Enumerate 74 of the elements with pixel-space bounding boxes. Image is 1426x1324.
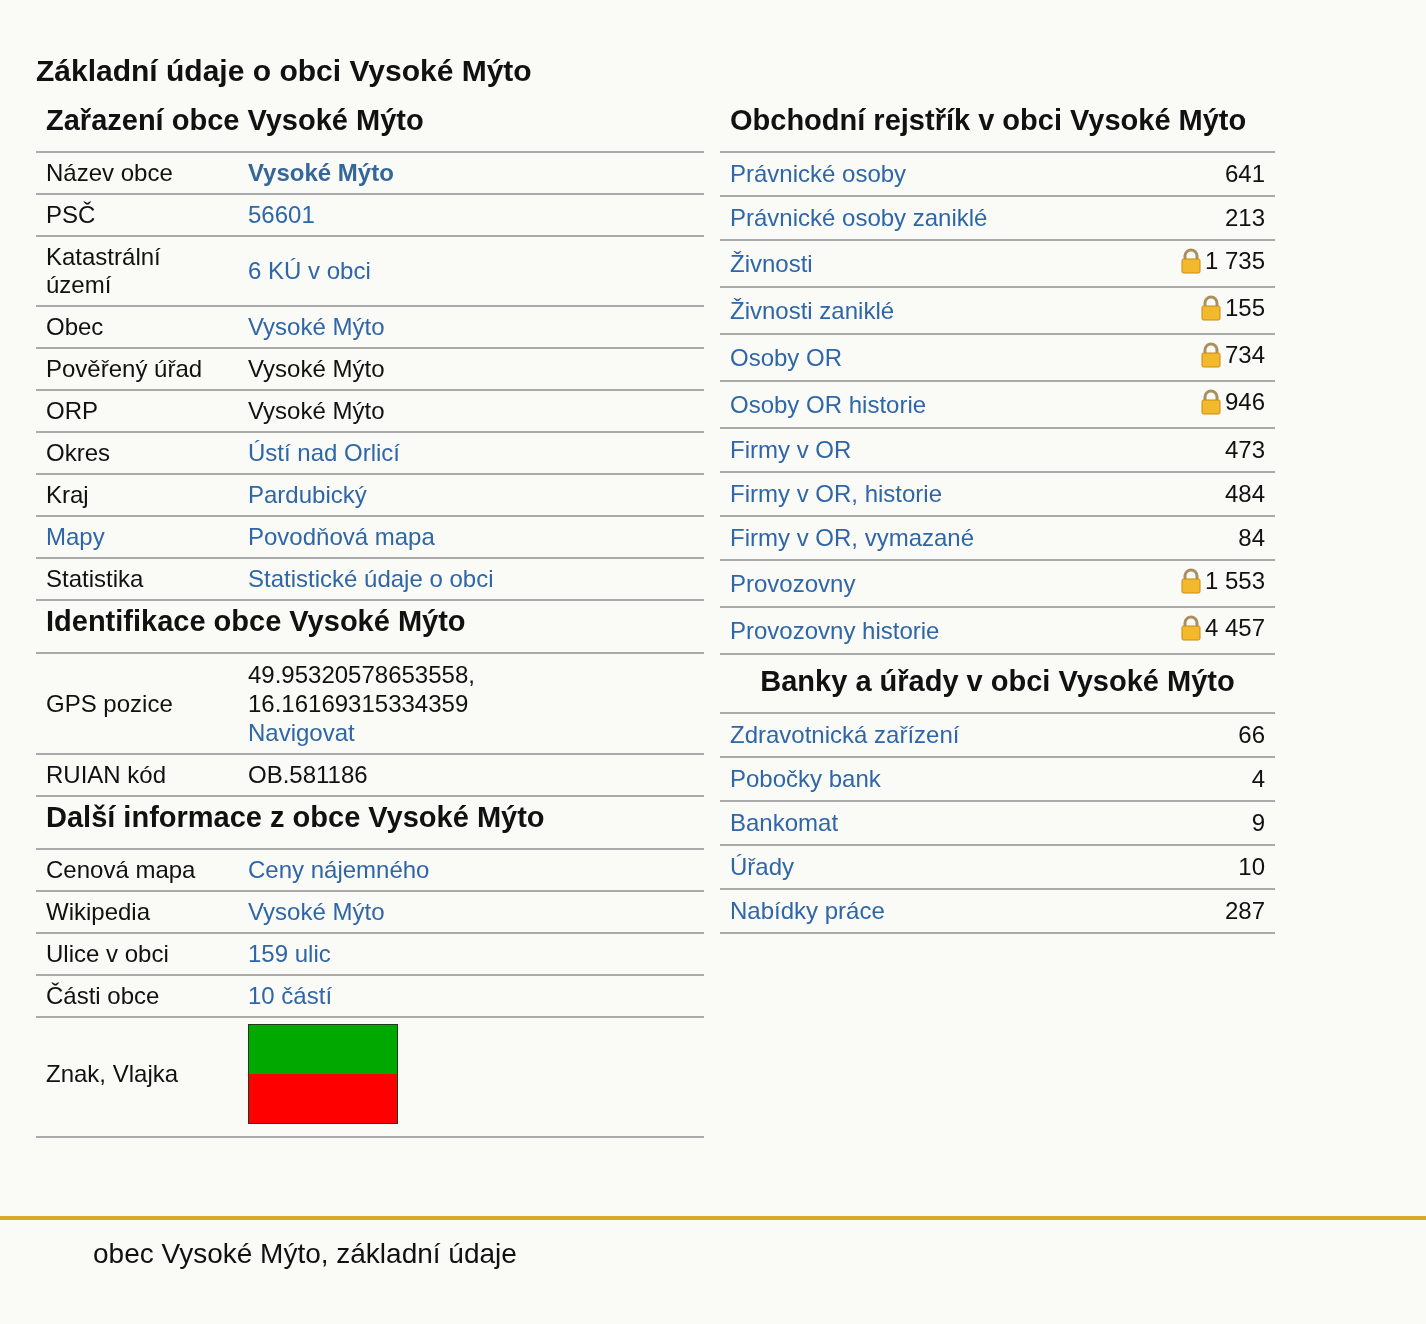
row-label: Obec xyxy=(46,313,104,340)
register-link[interactable]: Pobočky bank xyxy=(730,765,881,792)
count-value: 287 xyxy=(1224,897,1265,925)
register-link[interactable]: Právnické osoby zaniklé xyxy=(730,204,988,231)
count-value: 155 xyxy=(1224,294,1265,322)
count-value: 473 xyxy=(1224,436,1265,464)
value-link[interactable]: 10 částí xyxy=(248,982,333,1009)
value-link[interactable]: Vysoké Mýto xyxy=(248,313,385,340)
row-label: Cenová mapa xyxy=(46,856,196,883)
register-link[interactable]: Osoby OR xyxy=(730,343,843,371)
row-label: Kraj xyxy=(46,481,89,508)
count-value: 484 xyxy=(1224,480,1265,508)
register-link[interactable]: Firmy v OR xyxy=(730,436,852,463)
navigate-link[interactable]: Navigovat xyxy=(248,718,355,747)
value-link[interactable]: Statistické údaje o obci xyxy=(248,565,494,592)
row-label: Statistika xyxy=(46,565,144,592)
count-value: 10 xyxy=(1238,853,1265,881)
value-link[interactable]: Vysoké Mýto xyxy=(248,159,394,186)
label-link[interactable]: Mapy xyxy=(46,523,105,550)
count-value: 84 xyxy=(1238,524,1265,552)
register-link[interactable]: Firmy v OR, vymazané xyxy=(730,524,975,551)
register-link[interactable]: Živnosti xyxy=(730,249,813,277)
row-label: Název obce xyxy=(46,159,173,186)
value-link[interactable]: Ústí nad Orlicí xyxy=(248,439,401,466)
gps-coordinate: 16.16169315334359 xyxy=(248,689,469,718)
row-label: Části obce xyxy=(46,982,160,1009)
row-label: Katastrální území xyxy=(46,243,161,298)
value-link[interactable]: Ceny nájemného xyxy=(248,856,430,883)
section-heading: Banky a úřady v obci Vysoké Mýto xyxy=(759,664,1236,699)
value-link[interactable]: Vysoké Mýto xyxy=(248,898,385,925)
row-label: Okres xyxy=(46,439,110,466)
footer-text: obec Vysoké Mýto, základní údaje xyxy=(93,1238,517,1269)
count-value: 66 xyxy=(1238,721,1265,749)
row-label: Ulice v obci xyxy=(46,940,169,967)
register-link[interactable]: Zdravotnická zařízení xyxy=(730,721,960,748)
register-link[interactable]: Firmy v OR, historie xyxy=(730,480,942,507)
register-link[interactable]: Osoby OR historie xyxy=(730,390,927,418)
count-value: 1 553 xyxy=(1204,567,1265,595)
register-link[interactable]: Nabídky práce xyxy=(730,897,885,924)
row-value: Vysoké Mýto xyxy=(248,397,385,424)
register-link[interactable]: Živnosti zaniklé xyxy=(730,296,895,324)
section-heading: Obchodní rejstřík v obci Vysoké Mýto xyxy=(729,103,1248,138)
count-value: 734 xyxy=(1224,341,1265,369)
row-label: Pověřený úřad xyxy=(46,355,203,382)
row-label: ORP xyxy=(46,397,98,424)
row-label: GPS pozice xyxy=(46,689,173,717)
row-label: Wikipedia xyxy=(46,898,151,925)
register-link[interactable]: Provozovny historie xyxy=(730,616,940,644)
register-link[interactable]: Právnické osoby xyxy=(730,160,907,187)
count-value: 4 xyxy=(1251,765,1265,793)
row-value: Vysoké Mýto xyxy=(248,355,385,382)
count-value: 213 xyxy=(1224,204,1265,232)
row-label: Znak, Vlajka xyxy=(46,1060,179,1087)
section-heading: Identifikace obce Vysoké Mýto xyxy=(45,604,467,639)
row-label: PSČ xyxy=(46,201,96,228)
section-heading: Další informace z obce Vysoké Mýto xyxy=(45,800,546,835)
page-title: Základní údaje o obci Vysoké Mýto xyxy=(36,54,533,88)
count-value: 946 xyxy=(1224,388,1265,416)
value-link[interactable]: Povodňová mapa xyxy=(248,523,435,550)
value-link[interactable]: 159 ulic xyxy=(248,940,331,967)
value-link[interactable]: 6 KÚ v obci xyxy=(248,257,371,284)
row-value: OB.581186 xyxy=(248,761,368,788)
value-link[interactable]: 56601 xyxy=(248,201,315,228)
gps-coordinate: 49.95320578653558, xyxy=(248,660,475,689)
register-link[interactable]: Úřady xyxy=(730,853,795,880)
register-link[interactable]: Bankomat xyxy=(730,809,839,836)
count-value: 1 735 xyxy=(1204,247,1265,275)
count-value: 641 xyxy=(1224,160,1265,188)
section-heading: Zařazení obce Vysoké Mýto xyxy=(45,103,425,138)
register-link[interactable]: Provozovny xyxy=(730,569,856,597)
count-value: 9 xyxy=(1251,809,1265,837)
row-label: RUIAN kód xyxy=(46,761,167,788)
count-value: 4 457 xyxy=(1204,614,1265,642)
value-link[interactable]: Pardubický xyxy=(248,481,367,508)
